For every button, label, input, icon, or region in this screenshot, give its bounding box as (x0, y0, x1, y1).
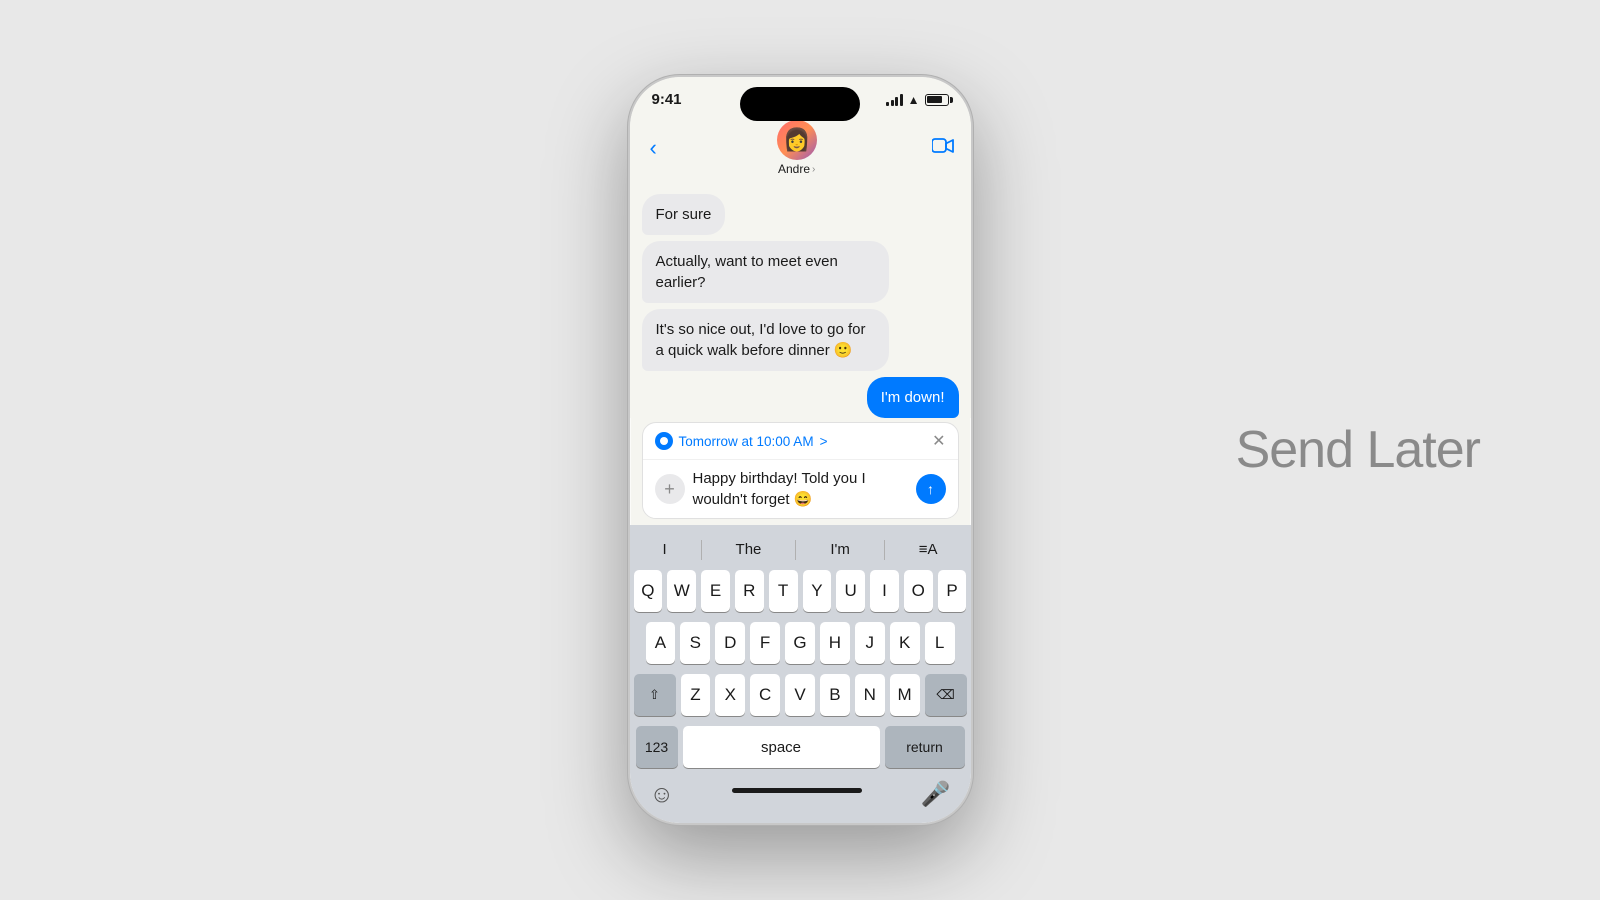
suggestion-i[interactable]: I (654, 537, 674, 562)
schedule-banner: Tomorrow at 10:00 AM > ✕ + Happy birthda… (642, 422, 959, 519)
signal-bar-4 (900, 94, 903, 106)
send-arrow-icon: ↑ (927, 481, 934, 497)
key-o[interactable]: O (904, 570, 933, 612)
compose-input-text[interactable]: Happy birthday! Told you I wouldn't forg… (693, 468, 908, 510)
key-v[interactable]: V (785, 674, 815, 716)
compose-send-button[interactable]: ↑ (916, 474, 946, 504)
space-key[interactable]: space (683, 726, 880, 768)
key-z[interactable]: Z (681, 674, 711, 716)
home-indicator (732, 788, 862, 793)
suggestion-divider-2 (795, 540, 796, 560)
key-h[interactable]: H (820, 622, 850, 664)
shift-key[interactable]: ⇧ (634, 674, 676, 716)
dynamic-island (740, 87, 860, 121)
suggestion-divider-1 (701, 540, 702, 560)
scene: Send Later 9:41 ▲ (0, 0, 1600, 900)
key-u[interactable]: U (836, 570, 865, 612)
key-c[interactable]: C (750, 674, 780, 716)
keyboard-row-2: A S D F G H J K L (634, 622, 967, 664)
back-button[interactable]: ‹ (646, 131, 661, 165)
key-l[interactable]: L (925, 622, 955, 664)
message-bubble-1: For sure (642, 194, 726, 235)
suggestion-the[interactable]: The (728, 537, 770, 562)
key-e[interactable]: E (701, 570, 730, 612)
message-bubble-4: I'm down! (867, 377, 959, 418)
phone-inner: 9:41 ▲ ‹ (630, 77, 971, 823)
compose-area: + Happy birthday! Told you I wouldn't fo… (643, 460, 958, 518)
send-later-label: Send Later (1236, 420, 1480, 480)
contact-name-row: Andre › (778, 162, 815, 176)
keyboard: I The I'm ≡A Q W E R T Y U I (630, 525, 971, 823)
key-s[interactable]: S (680, 622, 710, 664)
key-j[interactable]: J (855, 622, 885, 664)
key-x[interactable]: X (715, 674, 745, 716)
wifi-icon: ▲ (908, 93, 920, 107)
status-time: 9:41 (652, 91, 682, 108)
signal-bars-icon (886, 94, 903, 106)
key-y[interactable]: Y (803, 570, 832, 612)
key-f[interactable]: F (750, 622, 780, 664)
schedule-time-text: Tomorrow at 10:00 AM (679, 434, 814, 449)
key-d[interactable]: D (715, 622, 745, 664)
signal-bar-3 (895, 97, 898, 106)
keyboard-suggestions: I The I'm ≡A (634, 533, 967, 570)
suggestion-divider-3 (884, 540, 885, 560)
schedule-header: Tomorrow at 10:00 AM > ✕ (643, 423, 958, 460)
contact-info[interactable]: 👩 Andre › (777, 120, 817, 176)
keyboard-bottom-row: 123 space return (634, 726, 967, 768)
num-key[interactable]: 123 (636, 726, 678, 768)
key-p[interactable]: P (938, 570, 967, 612)
nav-bar: ‹ 👩 Andre › (630, 114, 971, 186)
video-call-button[interactable] (932, 138, 954, 159)
keyboard-emoji-bar: ☺ 🎤 (634, 774, 967, 819)
signal-bar-2 (891, 100, 894, 106)
avatar-emoji: 👩 (783, 127, 810, 153)
schedule-chevron: > (820, 434, 828, 449)
key-n[interactable]: N (855, 674, 885, 716)
return-key[interactable]: return (885, 726, 965, 768)
schedule-close-button[interactable]: ✕ (932, 431, 945, 451)
key-w[interactable]: W (667, 570, 696, 612)
contact-name: Andre (778, 162, 810, 176)
compose-plus-button[interactable]: + (655, 474, 685, 504)
schedule-time[interactable]: Tomorrow at 10:00 AM > (655, 432, 828, 450)
suggestion-list[interactable]: ≡A (911, 537, 946, 562)
messages-area: For sure Actually, want to meet even ear… (630, 186, 971, 418)
key-g[interactable]: G (785, 622, 815, 664)
key-k[interactable]: K (890, 622, 920, 664)
key-i[interactable]: I (870, 570, 899, 612)
mic-button[interactable]: 🎤 (921, 780, 951, 809)
schedule-dot-icon (655, 432, 673, 450)
battery-fill (927, 96, 942, 103)
signal-bar-1 (886, 102, 889, 106)
phone-shell: 9:41 ▲ ‹ (628, 75, 973, 825)
schedule-dot-inner (660, 437, 668, 445)
status-bar: 9:41 ▲ (630, 77, 971, 114)
battery-icon (925, 94, 949, 106)
avatar: 👩 (777, 120, 817, 160)
keyboard-row-1: Q W E R T Y U I O P (634, 570, 967, 612)
message-bubble-3: It's so nice out, I'd love to go for a q… (642, 309, 889, 371)
key-a[interactable]: A (646, 622, 676, 664)
key-m[interactable]: M (890, 674, 920, 716)
key-q[interactable]: Q (634, 570, 663, 612)
contact-chevron: › (812, 164, 815, 175)
emoji-button[interactable]: ☺ (650, 781, 675, 809)
key-b[interactable]: B (820, 674, 850, 716)
key-r[interactable]: R (735, 570, 764, 612)
keyboard-row-3: ⇧ Z X C V B N M ⌫ (634, 674, 967, 716)
compose-text-wrapper: Happy birthday! Told you I wouldn't forg… (693, 468, 908, 510)
delete-key[interactable]: ⌫ (925, 674, 967, 716)
status-icons: ▲ (886, 93, 948, 107)
video-camera-icon (932, 138, 954, 154)
key-t[interactable]: T (769, 570, 798, 612)
suggestion-im[interactable]: I'm (822, 537, 858, 562)
message-bubble-2: Actually, want to meet even earlier? (642, 241, 889, 303)
